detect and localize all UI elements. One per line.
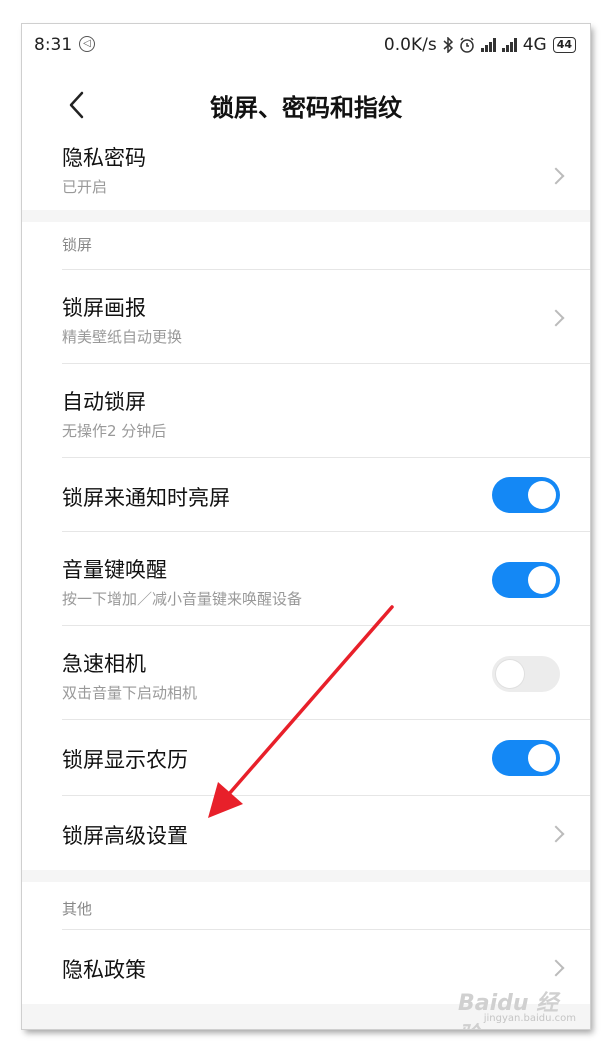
lockscreen-pictorial-label: 锁屏画报 [62, 296, 146, 320]
auto-lock-label: 自动锁屏 [62, 390, 146, 414]
volume-key-wake-toggle[interactable] [492, 562, 560, 598]
signal-icon-2 [501, 38, 517, 52]
privacy-policy-label: 隐私政策 [62, 958, 146, 982]
title-bar: 锁屏、密码和指纹 [22, 68, 590, 140]
privacy-password-status: 已开启 [62, 178, 108, 196]
watermark-url: jingyan.baidu.com [483, 1013, 576, 1024]
lockscreen-pictorial-desc: 精美壁纸自动更换 [62, 328, 183, 346]
network-type: 4G [522, 35, 547, 55]
auto-lock-item[interactable]: 自动锁屏 无操作2 分钟后 [22, 364, 590, 458]
chevron-right-icon [547, 167, 565, 185]
baidu-watermark: Baidu 经验 jingyan.baidu.com [458, 985, 578, 1029]
chevron-right-icon [547, 825, 565, 843]
lockscreen-advanced-settings-label: 锁屏高级设置 [62, 824, 188, 848]
status-bar: 8:31 ◁ 0.0K/s 4G 44 [22, 24, 590, 68]
battery-icon: 44 [552, 37, 576, 53]
lockscreen-pictorial-item[interactable]: 锁屏画报 精美壁纸自动更换 [22, 270, 590, 364]
section-header-other: 其他 [22, 882, 590, 930]
network-speed: 0.0K/s [383, 35, 437, 55]
dnd-icon: ◁ [79, 36, 95, 52]
lockscreen-advanced-settings-item[interactable]: 锁屏高级设置 [22, 796, 590, 870]
wake-on-notification-toggle[interactable] [492, 477, 560, 513]
chevron-right-icon [547, 309, 565, 327]
lunar-calendar-toggle[interactable] [492, 740, 560, 776]
quick-camera-label: 急速相机 [62, 652, 146, 676]
section-title-lockscreen: 锁屏 [62, 236, 93, 254]
bluetooth-icon [443, 37, 453, 53]
lunar-calendar-label: 锁屏显示农历 [62, 748, 188, 772]
wake-on-notification-item: 锁屏来通知时亮屏 [22, 458, 590, 532]
quick-camera-toggle[interactable] [492, 656, 560, 692]
signal-icon-1 [480, 38, 496, 52]
status-indicators: 0.0K/s 4G 44 [384, 35, 576, 55]
status-time: 8:31 [34, 35, 73, 55]
alarm-icon [459, 37, 474, 53]
volume-key-wake-label: 音量键唤醒 [62, 558, 167, 582]
auto-lock-value: 无操作2 分钟后 [62, 422, 167, 440]
wake-on-notification-label: 锁屏来通知时亮屏 [62, 486, 230, 510]
section-header-lockscreen: 锁屏 [22, 222, 590, 270]
lunar-calendar-item: 锁屏显示农历 [22, 720, 590, 796]
volume-key-wake-item: 音量键唤醒 按一下增加／减小音量键来唤醒设备 [22, 532, 590, 626]
section-title-other: 其他 [62, 900, 93, 918]
page-title: 锁屏、密码和指纹 [210, 94, 402, 122]
privacy-password-label: 隐私密码 [62, 146, 146, 170]
quick-camera-item: 急速相机 双击音量下启动相机 [22, 626, 590, 720]
chevron-right-icon [547, 959, 565, 977]
privacy-password-item[interactable]: 隐私密码 已开启 [22, 140, 590, 210]
quick-camera-desc: 双击音量下启动相机 [62, 684, 198, 702]
volume-key-wake-desc: 按一下增加／减小音量键来唤醒设备 [62, 590, 303, 608]
phone-screen: 8:31 ◁ 0.0K/s 4G 44 锁屏、密码和指纹 隐私密码 已开启 锁屏… [22, 24, 590, 1029]
